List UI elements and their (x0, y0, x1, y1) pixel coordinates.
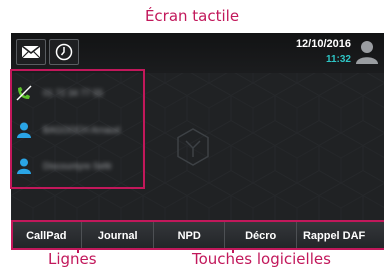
user-avatar-icon[interactable] (355, 38, 379, 66)
lines-highlight-frame (10, 69, 145, 189)
lines-callout: Lignes (48, 250, 97, 268)
brand-logo-icon (177, 128, 209, 166)
status-time: 11:32 (325, 54, 351, 65)
touchscreen-callout: Écran tactile (144, 7, 240, 25)
clock-icon (55, 43, 73, 61)
envelope-icon (21, 45, 41, 59)
messages-button[interactable] (16, 39, 46, 65)
softkeys-callout: Touches logicielles (192, 250, 331, 268)
softkeys-highlight-frame (11, 220, 384, 250)
status-date: 12/10/2016 (295, 38, 351, 50)
status-bar: 12/10/2016 11:32 (11, 33, 384, 73)
history-button[interactable] (49, 39, 79, 65)
